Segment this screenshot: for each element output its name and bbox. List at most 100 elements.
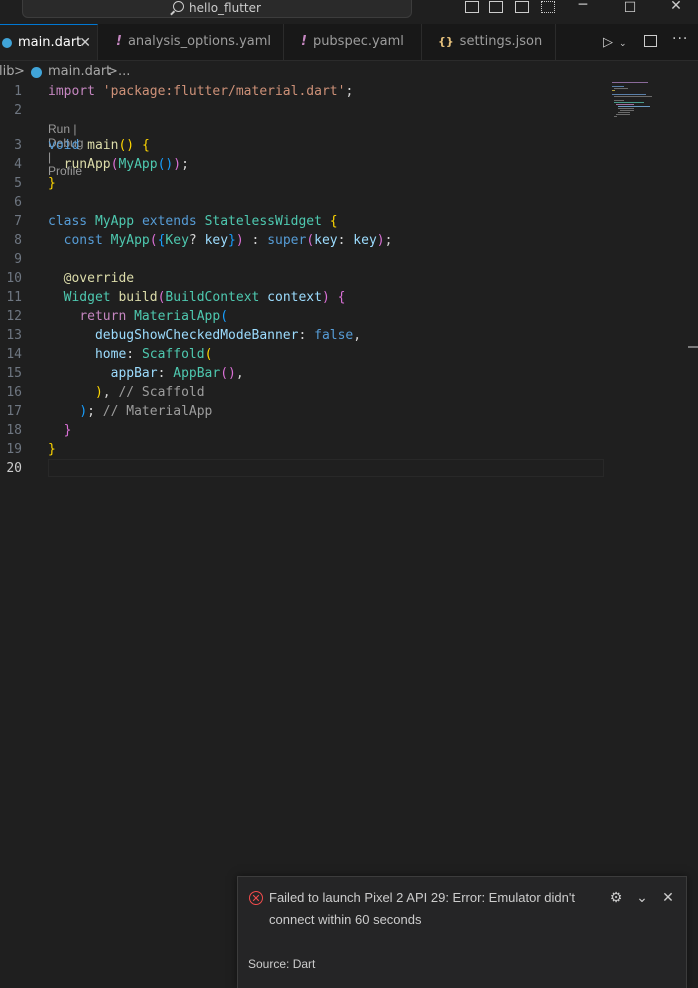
run-debug-icon[interactable]: ▷ ⌄ [603,35,627,50]
code-token: appBar [110,366,158,381]
current-line-highlight [48,459,604,477]
breadcrumb-file[interactable]: main.dart [48,62,111,82]
code-token: () [220,366,236,381]
close-icon[interactable]: ✕ [79,25,91,61]
split-editor-icon[interactable] [644,35,657,47]
code-token: return [79,309,127,324]
code-token: false [314,328,354,343]
minimize-button[interactable]: ─ [568,0,598,15]
chevron-right-icon: > [107,64,118,79]
toggle-panel-icon[interactable] [489,1,503,13]
code-token: ; [181,157,189,172]
code-token: @override [48,269,134,288]
line-number: 20 [6,461,22,476]
breadcrumb-more[interactable]: ... [118,62,130,82]
error-notification: ✕ Failed to launch Pixel 2 API 29: Error… [237,876,687,988]
toggle-secondary-sidebar-icon[interactable] [515,1,529,13]
tab-label: pubspec.yaml [312,34,404,49]
code-token: AppBar [173,366,221,381]
yaml-icon: ! [301,34,307,49]
line-number: 15 [6,366,22,381]
line-number: 10 [6,271,22,286]
code-token: : [337,233,354,248]
customize-layout-icon[interactable] [541,1,555,13]
line-number: 4 [14,157,22,172]
notification-message: Failed to launch Pixel 2 API 29: Error: … [269,890,575,927]
tab-settings-json[interactable]: {} settings.json [422,24,556,60]
line-number: 3 [14,138,22,153]
code-token: Widget build(BuildContext context) { [48,288,346,307]
code-token: } [48,440,56,459]
line-number: 2 [14,103,22,118]
code-token: @override [63,271,135,286]
code-token: void main() { [48,136,150,155]
code-token: Key [165,233,189,248]
tab-label: settings.json [459,34,543,49]
more-actions-icon[interactable]: ··· [672,31,688,47]
code-token: class MyApp extends StatelessWidget { [48,212,338,231]
minimap-line [616,114,630,115]
toggle-primary-sidebar-icon[interactable] [465,1,479,13]
code-token: MyApp [118,157,158,172]
maximize-button[interactable]: ☐ [615,0,645,18]
code-token: const MyApp({Key? key}) : super(key: key… [48,231,393,250]
minimap-line [612,94,646,95]
line-number: 7 [14,214,22,229]
line-number: 8 [14,233,22,248]
code-token: StatelessWidget [204,214,322,229]
error-icon: ✕ [249,891,263,905]
scrollbar-position-marker[interactable] [688,346,698,348]
dart-icon [31,67,42,78]
close-window-button[interactable]: ✕ [661,0,691,16]
minimap-line [612,90,615,91]
code-token: : [243,233,268,248]
code-token: runApp(MyApp()); [48,155,189,174]
code-token: appBar: AppBar(), [48,364,244,383]
code-token: } [48,174,56,193]
title-bar: hello_flutter ─ ☐ ✕ [0,0,698,24]
code-token: home [94,347,127,362]
code-token: ( [220,309,229,324]
code-token: () [157,157,174,172]
code-token: : [157,366,174,381]
code-token: { [141,138,150,153]
code-token: // MaterialApp [102,404,213,419]
code-token: ) [79,404,88,419]
tab-main-dart[interactable]: main.dart ✕ [0,24,98,60]
tab-pubspec[interactable]: ! pubspec.yaml [284,24,422,60]
breadcrumb-folder[interactable]: lib [0,62,14,82]
line-number: 6 [14,195,22,210]
close-icon[interactable]: ✕ [659,889,677,907]
code-token: ( [149,233,158,248]
minimap-line [616,104,634,105]
code-token: home: Scaffold( [48,345,212,364]
code-token: ) [235,233,244,248]
minimap-line [614,88,628,89]
notification-source: Source: Dart [248,957,316,971]
tab-analysis-options[interactable]: ! analysis_options.yaml [98,24,284,60]
chevron-down-icon[interactable]: ⌄ [633,889,651,907]
minimap-line [614,102,644,103]
code-token: ), // Scaffold [48,383,205,402]
code-token: ) [173,157,182,172]
code-token: ) [321,290,330,305]
line-number: 13 [6,328,22,343]
code-token: ; [87,404,103,419]
code-token: void [48,138,80,153]
line-number: 19 [6,442,22,457]
gear-icon[interactable]: ⚙ [607,889,625,907]
code-token: 'package:flutter/material.dart' [102,84,346,99]
minimap[interactable] [612,80,656,120]
command-center-search[interactable]: hello_flutter [22,0,412,18]
code-token: MyApp [94,214,135,229]
